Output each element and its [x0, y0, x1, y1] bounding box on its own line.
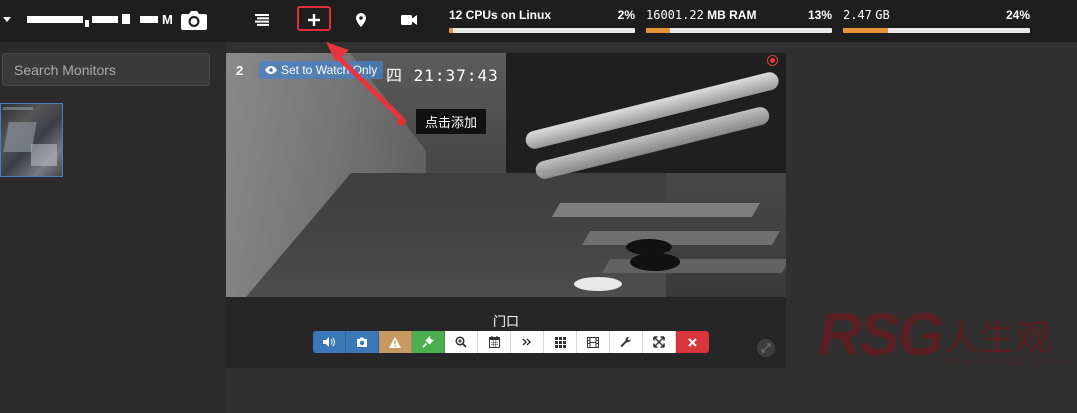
- disk-stat: 2.47 GB 24%: [843, 8, 1030, 38]
- cpu-stat-label: 12 CPUs on Linux: [449, 8, 552, 22]
- expand-button[interactable]: [643, 331, 676, 353]
- menu-icon[interactable]: [251, 10, 273, 30]
- ram-stat: 16001.22 MB RAM 13%: [646, 8, 832, 38]
- wrench-icon: [620, 336, 632, 348]
- set-watch-only-label: Set to Watch Only: [281, 63, 378, 77]
- close-button[interactable]: [676, 331, 709, 353]
- user-name-suffix: M: [162, 12, 173, 27]
- monitor-number: 2: [236, 63, 244, 78]
- camera-icon[interactable]: [180, 8, 208, 37]
- calendar-button[interactable]: [478, 331, 511, 353]
- camera-clock-time: 21:37:43: [413, 66, 499, 85]
- disk-stat-unit: GB: [875, 8, 890, 22]
- ram-stat-percent: 13%: [807, 8, 832, 22]
- eye-icon: [265, 66, 277, 74]
- sidebar: [0, 42, 226, 413]
- double-chevron-right-icon: [522, 337, 532, 347]
- zoom-in-button[interactable]: [445, 331, 478, 353]
- camera-feed[interactable]: 2 Set to Watch Only 四 21:37:43 点击添加: [226, 53, 786, 297]
- warning-button[interactable]: [379, 331, 412, 353]
- ram-usage-bar: [646, 28, 832, 33]
- monitor-name: 门口: [492, 315, 519, 330]
- camera-button[interactable]: [346, 331, 379, 353]
- plug-icon: [422, 336, 434, 348]
- monitor-controls: [313, 331, 709, 353]
- cpu-usage-bar: [449, 28, 635, 33]
- plug-button[interactable]: [412, 331, 445, 353]
- watermark-chinese: 人生观: [943, 318, 1052, 359]
- ram-stat-unit: MB RAM: [707, 8, 757, 22]
- camera-clock-prefix: 四: [386, 66, 404, 85]
- calendar-icon: [488, 336, 500, 348]
- cpu-stat-percent: 2%: [617, 8, 635, 22]
- disk-usage-bar: [843, 28, 1030, 33]
- disk-stat-percent: 24%: [1005, 8, 1030, 22]
- hint-tooltip: 点击添加: [416, 109, 487, 134]
- double-chevron-right-button[interactable]: [511, 331, 544, 353]
- hint-marker: [397, 117, 406, 126]
- watermark-pinyin: REN SHENG GUAN: [946, 357, 1071, 367]
- set-watch-only-button[interactable]: Set to Watch Only: [259, 61, 384, 79]
- caret-down-icon: [3, 16, 11, 22]
- ram-stat-number: 16001.22: [646, 8, 704, 22]
- top-bar: M 12 CPUs on Linux 2% 16001.22 MB RAM 13…: [0, 0, 1077, 42]
- user-name-redacted: M: [19, 12, 173, 27]
- watermark-brand: RSG: [818, 301, 944, 368]
- add-button-highlight: [297, 6, 331, 31]
- cpu-stat: 12 CPUs on Linux 2%: [449, 8, 635, 38]
- map-marker-icon[interactable]: [350, 10, 372, 30]
- zoom-in-icon: [455, 336, 467, 348]
- camera-icon: [356, 337, 368, 347]
- film-icon: [587, 336, 599, 348]
- user-menu[interactable]: M: [0, 6, 173, 32]
- grid-icon: [554, 336, 566, 348]
- record-indicator-icon: [767, 55, 778, 66]
- resize-icon[interactable]: [757, 339, 775, 357]
- search-monitors-input[interactable]: [2, 53, 210, 86]
- disk-stat-number: 2.47: [843, 8, 872, 22]
- camera-clock: 四 21:37:43: [386, 62, 499, 86]
- wrench-button[interactable]: [610, 331, 643, 353]
- monitor-thumbnail[interactable]: [0, 103, 63, 177]
- volume-button[interactable]: [313, 331, 346, 353]
- video-camera-icon[interactable]: [398, 10, 420, 30]
- expand-icon: [653, 336, 665, 348]
- grid-button[interactable]: [544, 331, 577, 353]
- volume-icon: [323, 337, 335, 347]
- close-icon: [688, 337, 697, 347]
- monitor-panel: 2 Set to Watch Only 四 21:37:43 点击添加 门口: [226, 53, 786, 368]
- warning-icon: [389, 336, 401, 348]
- film-button[interactable]: [577, 331, 610, 353]
